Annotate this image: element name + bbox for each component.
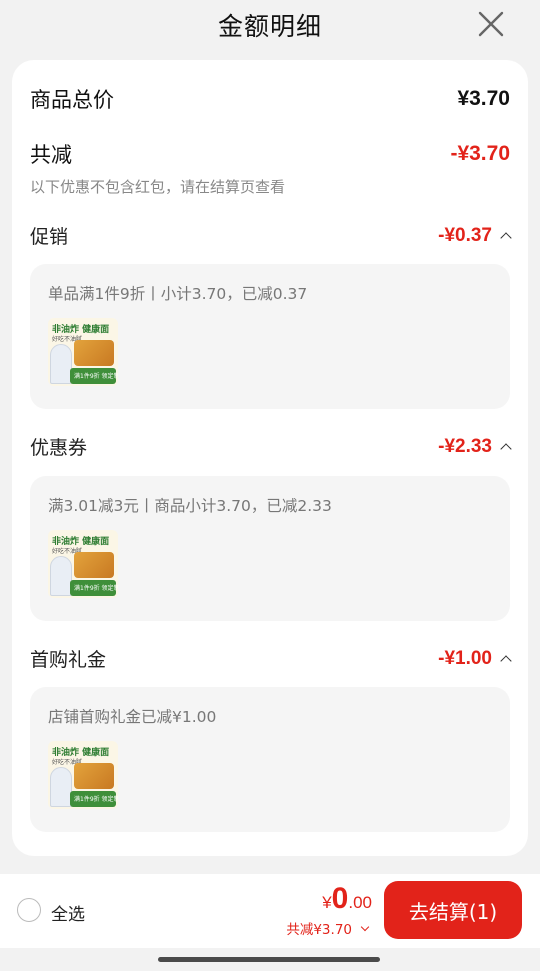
- select-all-radio[interactable]: [17, 898, 41, 922]
- section-amount-toggle[interactable]: -¥2.33: [438, 435, 512, 458]
- section-desc: 店铺首购礼金已减¥1.00: [48, 708, 217, 726]
- section-amount: -¥1.00: [438, 647, 492, 669]
- section-promotion-box: 单品满1件9折丨小计3.70，已减0.37 非油炸 健康面 好吃不油腻 满1件9…: [30, 264, 510, 409]
- total-discount-row: 共减 -¥3.70: [30, 139, 510, 169]
- total-discount-value: -¥3.70: [450, 142, 510, 165]
- amount-detail-card: 商品总价 ¥3.70 共减 -¥3.70 以下优惠不包含红包，请在结算页查看 促…: [12, 60, 528, 856]
- total-amount: ¥0.00: [286, 882, 372, 916]
- section-first-purchase-header: 首购礼金 -¥1.00: [30, 645, 512, 672]
- section-desc: 满3.01减3元丨商品小计3.70，已减2.33: [48, 497, 332, 515]
- goods-total-row: 商品总价 ¥3.70: [30, 84, 510, 114]
- section-coupon-header: 优惠券 -¥2.33: [30, 433, 512, 460]
- checkout-button[interactable]: 去结算(1): [384, 881, 522, 939]
- discount-detail-toggle[interactable]: 共减¥3.70: [286, 918, 372, 938]
- section-amount: -¥2.33: [438, 435, 492, 457]
- section-amount-toggle[interactable]: -¥0.37: [438, 224, 512, 247]
- chevron-down-icon: [360, 922, 370, 931]
- section-amount-toggle[interactable]: -¥1.00: [438, 647, 512, 670]
- goods-total-label: 商品总价: [30, 88, 114, 112]
- section-label: 优惠券: [30, 437, 88, 459]
- select-all-label[interactable]: 全选: [51, 900, 85, 925]
- chevron-up-icon: [500, 442, 512, 455]
- total-dec: .00: [348, 893, 372, 912]
- page-title: 金额明细: [217, 12, 322, 41]
- discount-summary: 共减¥3.70: [286, 922, 352, 938]
- food-image: [74, 763, 114, 789]
- total-int: 0: [331, 882, 349, 915]
- home-indicator: [158, 957, 380, 962]
- thumb-badge: 满1件9折 领定制手包: [74, 585, 118, 592]
- product-thumbnail[interactable]: 非油炸 健康面 好吃不油腻 满1件9折 领定制手包: [48, 741, 118, 809]
- currency-symbol: ¥: [322, 893, 332, 912]
- section-first-purchase-box: 店铺首购礼金已减¥1.00 非油炸 健康面 好吃不油腻 满1件9折 领定制手包: [30, 687, 510, 832]
- food-image: [74, 552, 114, 578]
- total-price: ¥0.00 共减¥3.70: [286, 882, 372, 938]
- person-image: [50, 344, 72, 384]
- product-thumbnail[interactable]: 非油炸 健康面 好吃不油腻 满1件9折 领定制手包: [48, 318, 118, 386]
- product-thumbnail[interactable]: 非油炸 健康面 好吃不油腻 满1件9折 领定制手包: [48, 530, 118, 598]
- thumb-badge: 满1件9折 领定制手包: [74, 373, 118, 380]
- total-discount-label: 共减: [30, 143, 72, 167]
- person-image: [50, 767, 72, 807]
- section-promotion-header: 促销 -¥0.37: [30, 222, 512, 249]
- person-image: [50, 556, 72, 596]
- goods-total-value: ¥3.70: [457, 87, 510, 110]
- section-amount: -¥0.37: [438, 224, 492, 246]
- section-coupon-box: 满3.01减3元丨商品小计3.70，已减2.33 非油炸 健康面 好吃不油腻 满…: [30, 476, 510, 621]
- chevron-up-icon: [500, 654, 512, 667]
- food-image: [74, 340, 114, 366]
- chevron-up-icon: [500, 231, 512, 244]
- thumb-badge: 满1件9折 领定制手包: [74, 796, 118, 803]
- section-desc: 单品满1件9折丨小计3.70，已减0.37: [48, 285, 308, 303]
- checkout-bar: 全选 ¥0.00 共减¥3.70 去结算(1): [0, 874, 540, 948]
- header: 金额明细: [0, 0, 540, 50]
- section-label: 促销: [30, 226, 69, 248]
- section-label: 首购礼金: [30, 649, 107, 671]
- discount-note: 以下优惠不包含红包，请在结算页查看: [30, 178, 286, 196]
- close-icon[interactable]: [476, 9, 506, 39]
